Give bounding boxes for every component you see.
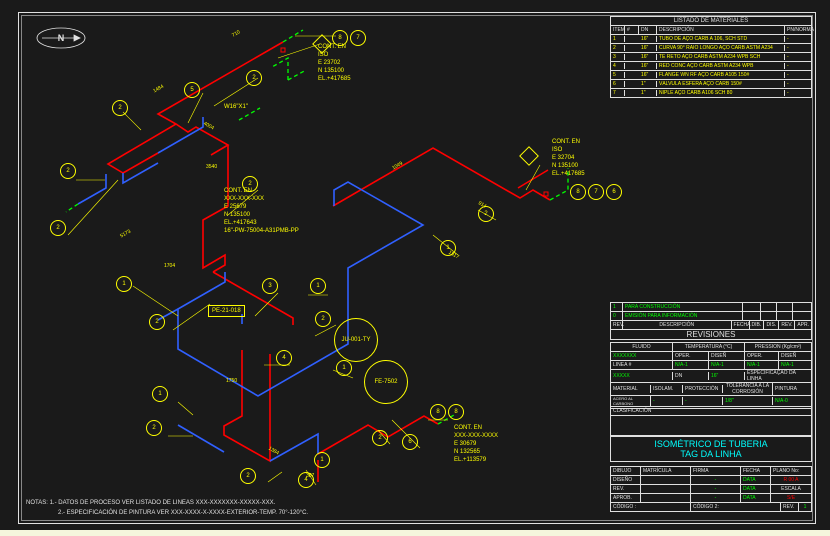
balloon: 2 bbox=[112, 100, 128, 116]
balloon: 2 bbox=[315, 311, 331, 327]
balloon: 2 bbox=[478, 206, 494, 222]
bom-row: 516"FLANGE WN RF AÇO CARB A105 150#- bbox=[610, 71, 812, 80]
balloon: 8 bbox=[430, 404, 446, 420]
bom-title: LISTADO DE MATERIALES bbox=[610, 16, 812, 26]
bom-table: LISTADO DE MATERIALES ITEM # DN DESCRIPC… bbox=[610, 16, 812, 98]
dim: 3540 bbox=[206, 164, 217, 170]
callout-text: CONT. EN XXX-XXX-XXX E 25679 N 135100 EL… bbox=[224, 187, 299, 235]
balloon: 1 bbox=[310, 278, 326, 294]
drawing-title: ISOMÉTRICO DE TUBERIA TAG DA LINHA bbox=[611, 437, 811, 461]
balloon: 1 bbox=[116, 276, 132, 292]
valve-label: W16"X1" bbox=[224, 103, 248, 111]
balloon: 2 bbox=[146, 420, 162, 436]
equipment-tag: PE-21-018 bbox=[208, 305, 245, 317]
balloon: 7 bbox=[350, 30, 366, 46]
title-block: LISTADO DE MATERIALES ITEM # DN DESCRIPC… bbox=[610, 16, 812, 520]
general-notes: NOTAS: 1.- DATOS DE PROCESO VER LISTADO … bbox=[26, 498, 566, 518]
balloon: 2 bbox=[60, 163, 76, 179]
balloon: 6 bbox=[402, 434, 418, 450]
balloon: 1 bbox=[314, 452, 330, 468]
tag-bubble: FE-7502 bbox=[364, 360, 408, 404]
balloon: 5 bbox=[184, 82, 200, 98]
balloon: 3 bbox=[262, 278, 278, 294]
callout-text: CONT. EN ISO E 23702 N 135100 EL.+417685 bbox=[318, 43, 351, 83]
tag-bubble: JU-001-TY bbox=[334, 318, 378, 362]
bom-row: 116"TUBO DE AÇO CARB A 106, SCH STD- bbox=[610, 35, 812, 44]
balloon: 1 bbox=[152, 386, 168, 402]
balloon: 8 bbox=[570, 184, 586, 200]
dim: 387 bbox=[306, 473, 314, 479]
balloon: 2 bbox=[50, 220, 66, 236]
callout-text: CONT. EN XXX-XXX-XXXX E 30679 N 132565 E… bbox=[454, 424, 498, 464]
balloon: 2 bbox=[372, 430, 388, 446]
bom-row: 71"NIPLE AÇO CARB A106 SCH 80- bbox=[610, 89, 812, 98]
balloon: 4 bbox=[276, 350, 292, 366]
bom-row: 61"VÁLVULA ESFERA AÇO CARB 150#- bbox=[610, 80, 812, 89]
bom-row: 416"RED CONC AÇO CARB ASTM A234 WPB- bbox=[610, 62, 812, 71]
iso-pipe bbox=[28, 20, 608, 500]
balloon: 2 bbox=[246, 70, 262, 86]
dim: 1704 bbox=[164, 263, 175, 269]
balloon: 1 bbox=[336, 360, 352, 376]
balloon: 2 bbox=[149, 314, 165, 330]
balloon: 8 bbox=[448, 404, 464, 420]
callout-text: CONT. EN ISO E 32704 N 135100 EL.+417685 bbox=[552, 138, 585, 178]
balloon: 7 bbox=[588, 184, 604, 200]
balloon: 2 bbox=[240, 468, 256, 484]
bom-row: 216"CURVA 90° RAIO LONGO AÇO CARB ASTM A… bbox=[610, 44, 812, 53]
status-bar bbox=[0, 530, 830, 536]
bom-row: 316"TE RETO AÇO CARB ASTM A234 WPB SCH- bbox=[610, 53, 812, 62]
dim: 1750 bbox=[226, 378, 237, 384]
